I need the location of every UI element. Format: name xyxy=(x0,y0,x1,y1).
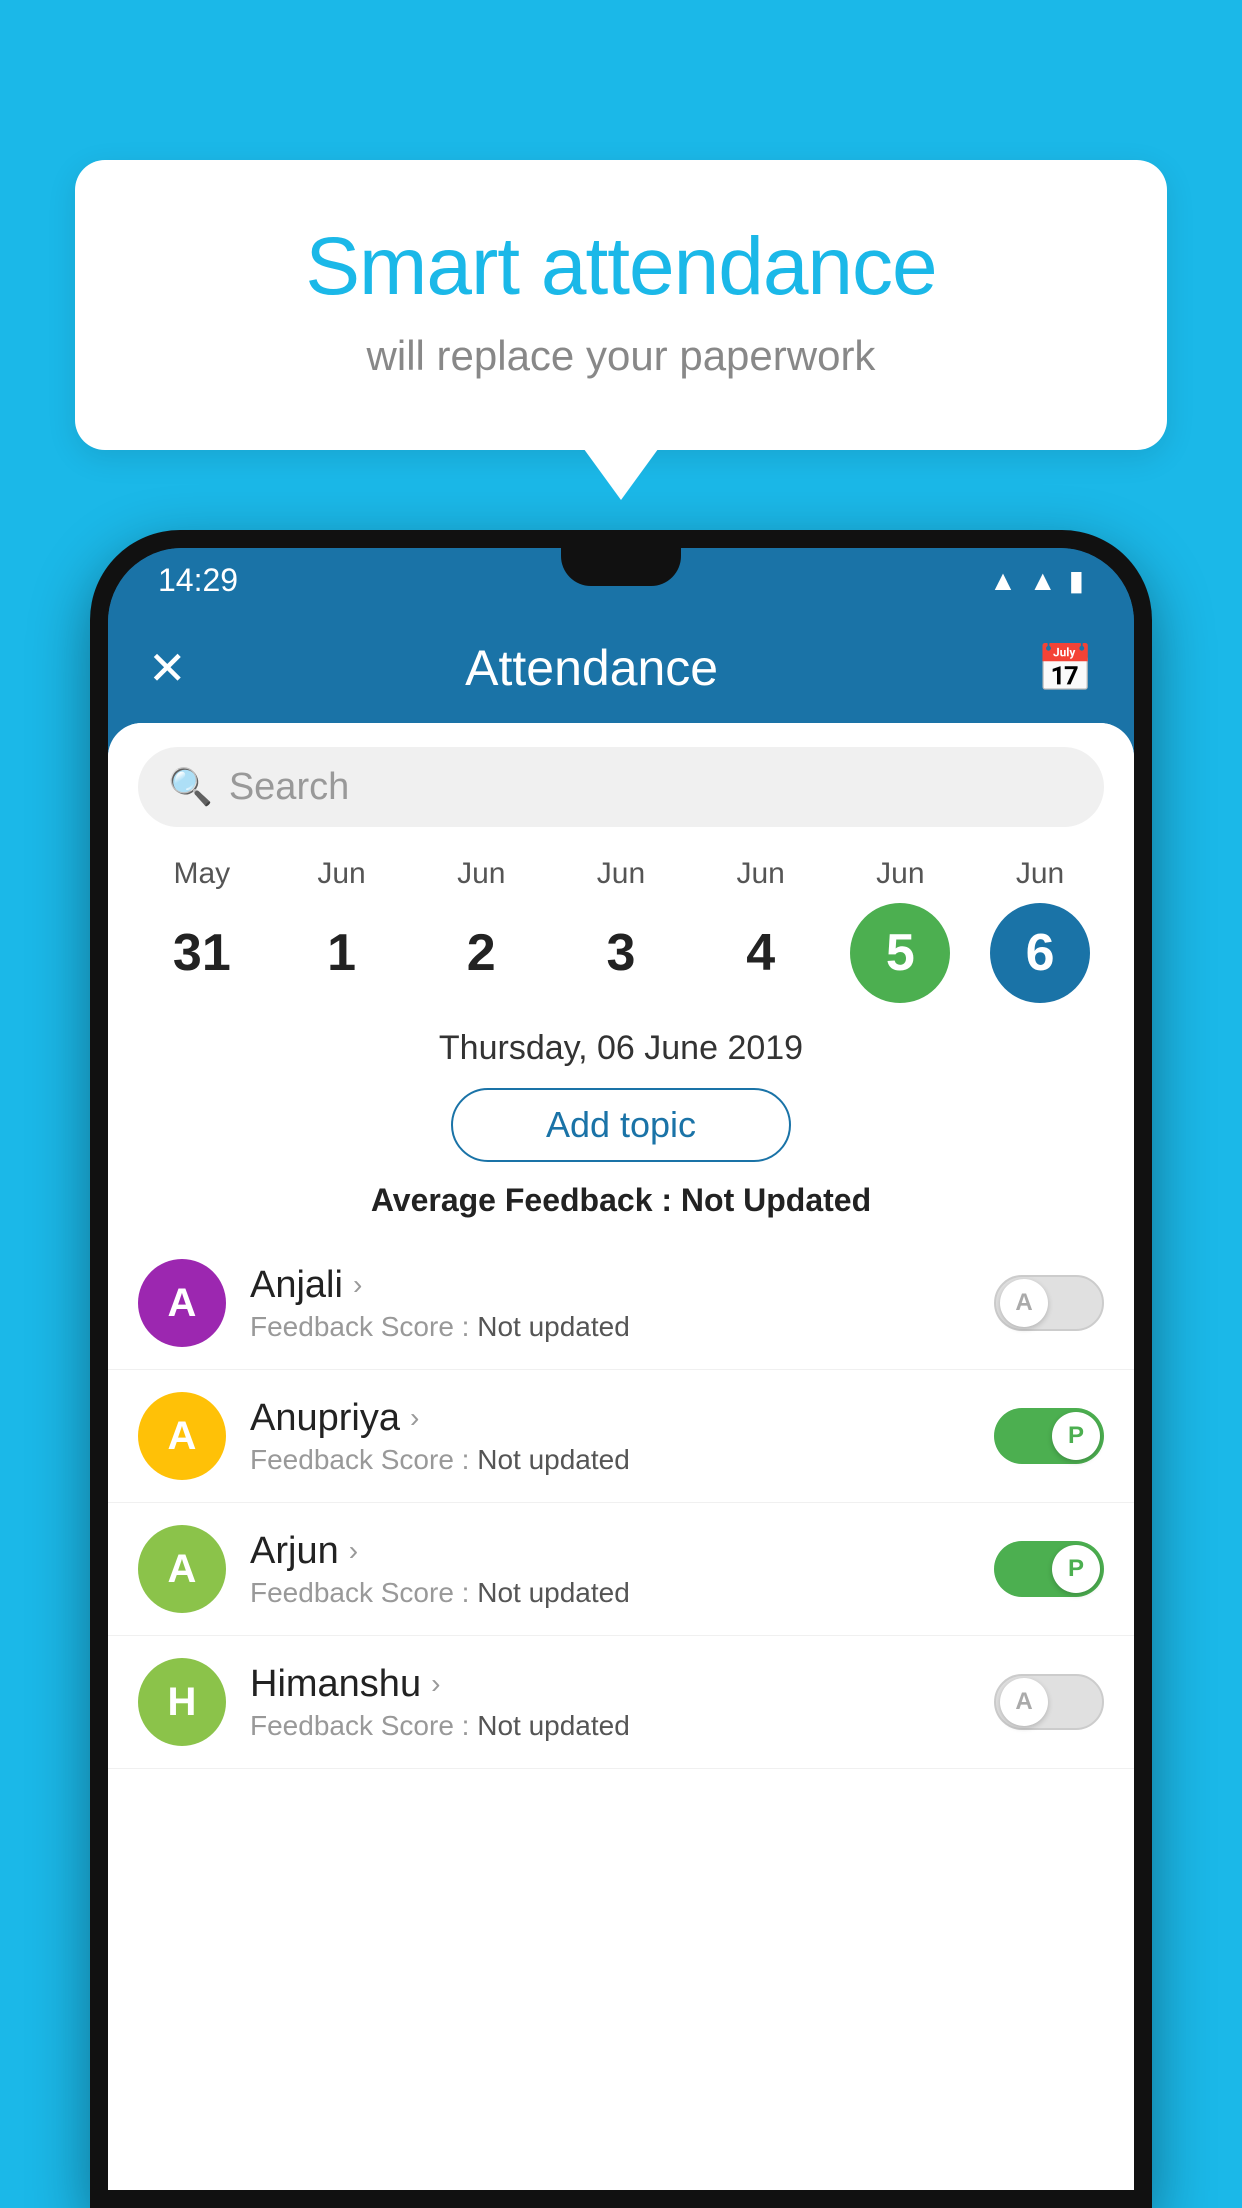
cal-month: May xyxy=(174,857,231,891)
cal-month: Jun xyxy=(1016,857,1064,891)
wifi-icon: ▲ xyxy=(989,565,1017,597)
status-icons: ▲ ▲ ▮ xyxy=(989,564,1084,597)
cal-month: Jun xyxy=(597,857,645,891)
feedback-value: Not Updated xyxy=(681,1182,871,1218)
phone-frame: 14:29 ▲ ▲ ▮ ✕ Attendance 📅 🔍 Search xyxy=(90,530,1152,2208)
calendar-day-0[interactable]: May 31 xyxy=(137,857,267,1003)
cal-day-num: 1 xyxy=(292,903,392,1003)
chevron-icon: › xyxy=(410,1402,419,1434)
attendance-toggle[interactable]: A xyxy=(994,1674,1104,1730)
student-item-1: A Anupriya › Feedback Score : Not updated P xyxy=(108,1370,1134,1503)
student-avatar: H xyxy=(138,1658,226,1746)
student-feedback: Feedback Score : Not updated xyxy=(250,1311,970,1343)
student-avatar: A xyxy=(138,1259,226,1347)
cal-day-num: 6 xyxy=(990,903,1090,1003)
toggle-knob: P xyxy=(1052,1412,1100,1460)
calendar-day-6[interactable]: Jun 6 xyxy=(975,857,1105,1003)
student-feedback: Feedback Score : Not updated xyxy=(250,1444,970,1476)
attendance-toggle[interactable]: P xyxy=(994,1408,1104,1464)
calendar-day-2[interactable]: Jun 2 xyxy=(416,857,546,1003)
student-name[interactable]: Arjun › xyxy=(250,1530,970,1573)
search-placeholder: Search xyxy=(229,766,349,809)
feedback-summary: Average Feedback : Not Updated xyxy=(108,1172,1134,1237)
student-list: AAnjali ›Feedback Score : Not updatedAAA… xyxy=(108,1237,1134,2190)
student-info: Anjali › Feedback Score : Not updated xyxy=(250,1264,970,1343)
student-name[interactable]: Anjali › xyxy=(250,1264,970,1307)
attendance-toggle[interactable]: A xyxy=(994,1275,1104,1331)
student-feedback: Feedback Score : Not updated xyxy=(250,1577,970,1609)
app-bar-title: Attendance xyxy=(177,639,1007,697)
calendar-day-1[interactable]: Jun 1 xyxy=(277,857,407,1003)
toggle-knob: A xyxy=(1000,1279,1048,1327)
student-name[interactable]: Himanshu › xyxy=(250,1663,970,1706)
student-item-3: H Himanshu › Feedback Score : Not updated A xyxy=(108,1636,1134,1769)
calendar-day-3[interactable]: Jun 3 xyxy=(556,857,686,1003)
signal-icon: ▲ xyxy=(1029,565,1057,597)
cal-day-num: 4 xyxy=(711,903,811,1003)
student-feedback: Feedback Score : Not updated xyxy=(250,1710,970,1742)
cal-month: Jun xyxy=(876,857,924,891)
cal-month: Jun xyxy=(317,857,365,891)
student-avatar: A xyxy=(138,1392,226,1480)
calendar-strip: May 31 Jun 1 Jun 2 Jun 3 Jun 4 Jun 5 Jun 6 xyxy=(108,847,1134,1013)
chevron-icon: › xyxy=(353,1269,362,1301)
add-topic-button[interactable]: Add topic xyxy=(451,1088,791,1162)
toggle-knob: P xyxy=(1052,1545,1100,1593)
phone-inner: 14:29 ▲ ▲ ▮ ✕ Attendance 📅 🔍 Search xyxy=(108,548,1134,2190)
student-info: Anupriya › Feedback Score : Not updated xyxy=(250,1397,970,1476)
content-area: 🔍 Search May 31 Jun 1 Jun 2 Jun 3 Jun 4 Jun 5 Jun 6 T… xyxy=(108,723,1134,2190)
cal-month: Jun xyxy=(736,857,784,891)
calendar-day-5[interactable]: Jun 5 xyxy=(835,857,965,1003)
feedback-label: Average Feedback : xyxy=(371,1182,672,1218)
bubble-title: Smart attendance xyxy=(155,220,1087,314)
cal-day-num: 5 xyxy=(850,903,950,1003)
chevron-icon: › xyxy=(349,1535,358,1567)
status-time: 14:29 xyxy=(158,562,238,599)
calendar-icon[interactable]: 📅 xyxy=(1037,641,1094,696)
battery-icon: ▮ xyxy=(1069,564,1084,597)
calendar-day-4[interactable]: Jun 4 xyxy=(696,857,826,1003)
cal-day-num: 3 xyxy=(571,903,671,1003)
student-item-2: A Arjun › Feedback Score : Not updated P xyxy=(108,1503,1134,1636)
attendance-toggle[interactable]: P xyxy=(994,1541,1104,1597)
phone-notch xyxy=(561,548,681,586)
student-info: Arjun › Feedback Score : Not updated xyxy=(250,1530,970,1609)
selected-date: Thursday, 06 June 2019 xyxy=(108,1013,1134,1078)
student-name[interactable]: Anupriya › xyxy=(250,1397,970,1440)
speech-bubble: Smart attendance will replace your paper… xyxy=(75,160,1167,450)
chevron-icon: › xyxy=(431,1668,440,1700)
app-bar: ✕ Attendance 📅 xyxy=(108,613,1134,723)
cal-day-num: 2 xyxy=(431,903,531,1003)
cal-month: Jun xyxy=(457,857,505,891)
student-info: Himanshu › Feedback Score : Not updated xyxy=(250,1663,970,1742)
search-bar-container: 🔍 Search xyxy=(108,723,1134,847)
search-icon: 🔍 xyxy=(168,766,213,808)
student-item-0: A Anjali › Feedback Score : Not updated A xyxy=(108,1237,1134,1370)
student-avatar: A xyxy=(138,1525,226,1613)
search-bar[interactable]: 🔍 Search xyxy=(138,747,1104,827)
bubble-subtitle: will replace your paperwork xyxy=(155,332,1087,380)
toggle-knob: A xyxy=(1000,1678,1048,1726)
cal-day-num: 31 xyxy=(152,903,252,1003)
